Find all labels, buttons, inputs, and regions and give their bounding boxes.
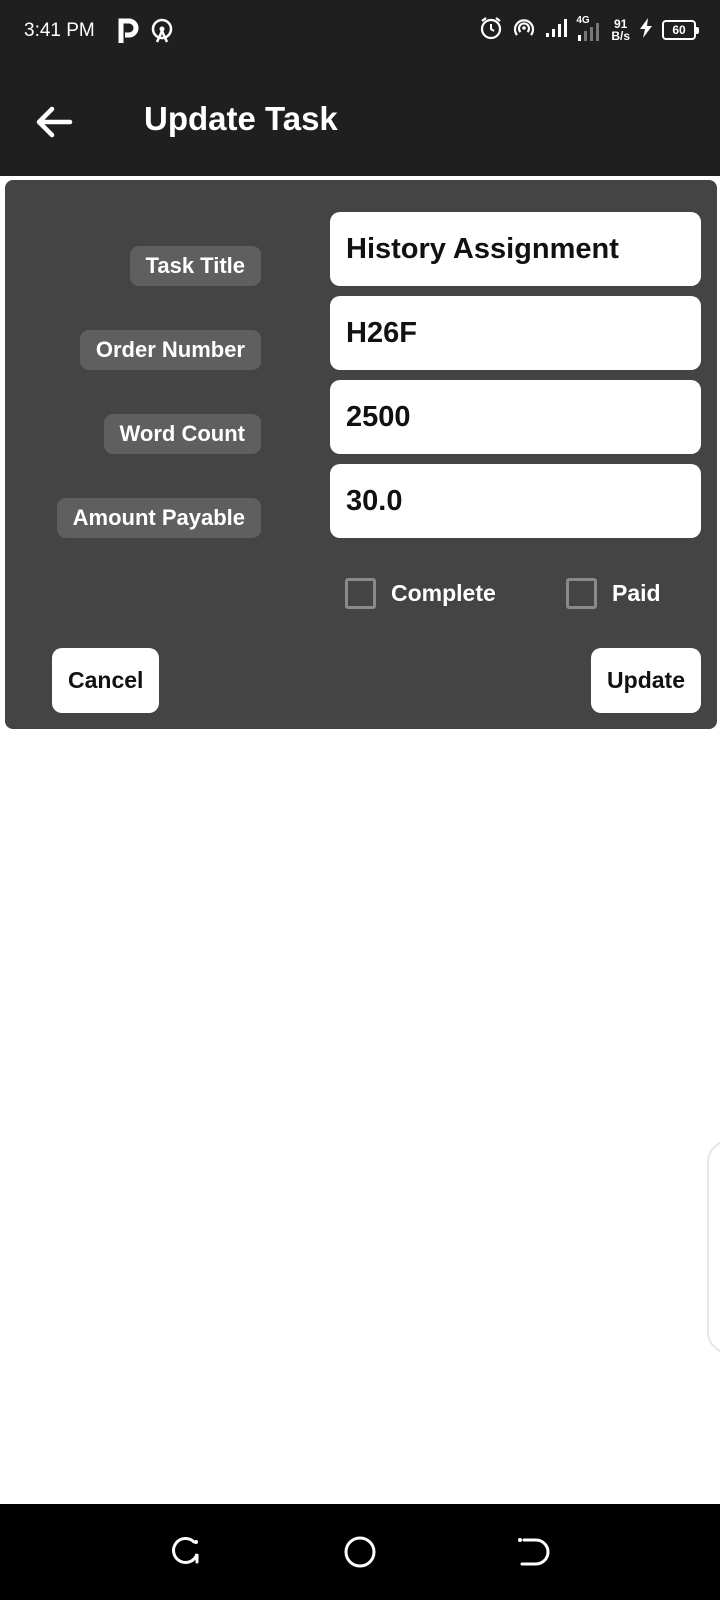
battery-icon: 60 xyxy=(662,19,699,40)
word-count-field[interactable] xyxy=(330,380,701,454)
paid-checkbox-label: Paid xyxy=(612,580,661,606)
complete-checkbox-label: Complete xyxy=(391,580,496,606)
paid-checkbox[interactable]: Paid xyxy=(566,578,661,609)
page-title: Update Task xyxy=(144,100,338,137)
order-number-field[interactable] xyxy=(330,296,701,370)
speed-value: 91 xyxy=(613,16,628,31)
back-button[interactable] xyxy=(30,98,78,146)
word-count-input[interactable] xyxy=(346,400,685,434)
task-title-field[interactable] xyxy=(330,212,701,286)
system-nav-bar xyxy=(0,1504,720,1600)
task-title-label: Task Title xyxy=(129,246,261,286)
hotspot-icon xyxy=(149,18,175,49)
status-time: 3:41 PM xyxy=(24,20,95,41)
amount-payable-label: Amount Payable xyxy=(56,498,261,538)
paid-checkbox-box[interactable] xyxy=(566,578,597,609)
home-button[interactable] xyxy=(342,1534,378,1570)
back-nav-icon xyxy=(514,1538,550,1574)
recent-apps-icon xyxy=(168,1537,204,1574)
order-number-label: Order Number xyxy=(79,330,261,370)
back-nav-button[interactable] xyxy=(514,1534,550,1570)
speed-unit: B/s xyxy=(611,28,630,43)
status-left-icons xyxy=(117,18,175,49)
signal-icon xyxy=(545,18,568,41)
floating-side-panel-handle[interactable] xyxy=(707,1140,720,1354)
arrow-left-icon xyxy=(30,106,78,150)
complete-checkbox-box[interactable] xyxy=(345,578,376,609)
charging-bolt-icon xyxy=(639,18,653,41)
network-speed: 91 B/s xyxy=(611,18,630,42)
task-title-input[interactable] xyxy=(346,232,685,266)
signal-4g-icon: 4G xyxy=(576,15,602,43)
app-bar: Update Task xyxy=(0,64,720,176)
recent-apps-button[interactable] xyxy=(168,1534,204,1570)
hotspot-icon xyxy=(512,16,536,43)
status-bar: 3:41 PM 4G 91 B/s 60 xyxy=(0,0,720,64)
update-task-card: Task Title Order Number Word Count Amoun… xyxy=(5,180,717,729)
amount-payable-input[interactable] xyxy=(346,484,685,518)
amount-payable-field[interactable] xyxy=(330,464,701,538)
word-count-label: Word Count xyxy=(103,414,261,454)
cancel-button[interactable]: Cancel xyxy=(52,648,160,713)
status-right-icons: 4G 91 B/s 60 xyxy=(479,15,699,43)
order-number-input[interactable] xyxy=(346,316,685,350)
update-button[interactable]: Update xyxy=(591,648,701,713)
battery-level: 60 xyxy=(672,22,686,37)
parking-p-icon xyxy=(117,18,139,49)
home-circle-icon xyxy=(342,1536,378,1574)
alarm-icon xyxy=(479,16,503,43)
complete-checkbox[interactable]: Complete xyxy=(345,578,496,609)
